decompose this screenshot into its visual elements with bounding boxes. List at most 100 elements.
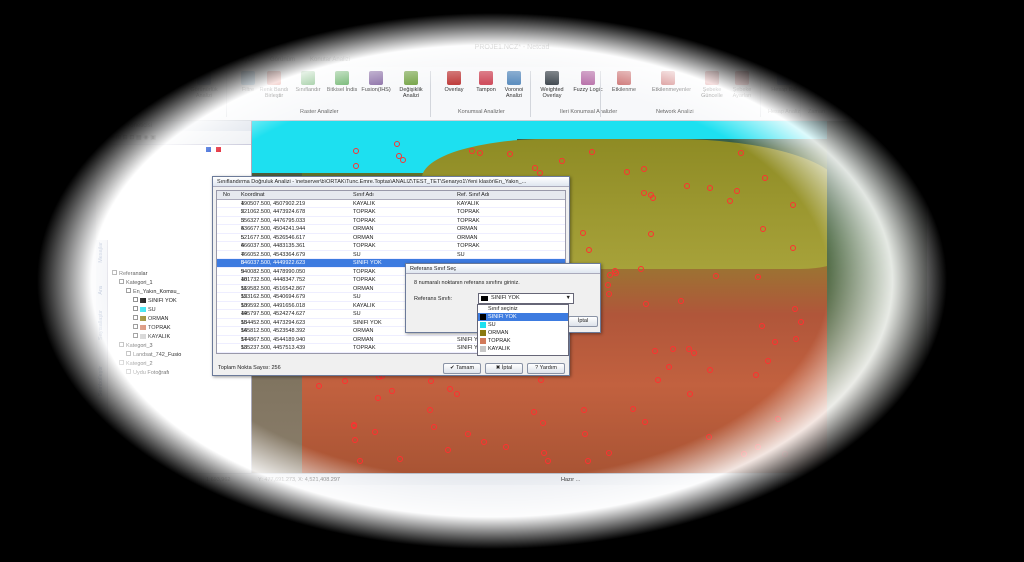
ribbon-button-label: Zaman Gezgini (814, 87, 834, 99)
table-header: No Koordinat Sınıf Adı Ref. Sınıf Adı (217, 191, 565, 200)
table-row[interactable]: 6 466037.500, 4483135.361 TOPRAK TOPRAK (217, 242, 565, 251)
sample-point-marker (589, 148, 596, 155)
cancel-button[interactable]: ✖ İptal (485, 363, 523, 374)
color-swatch (140, 325, 146, 331)
dropdown-option[interactable]: KAYALIK (478, 345, 568, 353)
dropdown-option[interactable]: Sınıf seçiniz (478, 305, 568, 313)
ribbon-button-label: Şebeke Ayarları (732, 87, 752, 99)
table-cell: TOPRAK (457, 243, 480, 249)
sea-region (517, 121, 827, 139)
vtab-sayisallastir[interactable]: Sayısallaştır (98, 310, 104, 340)
ribbon-button[interactable]: Etkilenmeyenler (652, 71, 691, 93)
ribbon-button[interactable]: Şebeke Güncelle (696, 71, 728, 99)
tool-icon (369, 71, 383, 85)
ribbon-button-label: Bitkisel İndis (326, 87, 358, 93)
sample-point-marker (755, 444, 762, 451)
panel-toolbar[interactable]: ✚ ━ ⊞ ⊟ ⊡ ▦ ◉ ▣ (96, 131, 251, 145)
menu-item-detaylar[interactable]: Detaylar (232, 57, 254, 63)
sample-point-marker (691, 349, 698, 356)
layer-checkbox[interactable] (126, 369, 131, 374)
layer-checkbox[interactable] (133, 333, 138, 338)
ribbon-group-label: Zaman (808, 109, 826, 115)
column-header[interactable]: Koordinat (241, 191, 265, 200)
ribbon-button[interactable]: Değişiklik Analizi (395, 71, 427, 99)
vtab-sembollestir[interactable]: Sembolleştir (98, 366, 104, 396)
dropdown-option[interactable]: SINIFI YOK (478, 313, 568, 321)
table-row[interactable]: 1 490507.500, 4507902.219 KAYALIK KAYALIK (217, 200, 565, 208)
layer-checkbox[interactable] (133, 324, 138, 329)
layer-checkbox[interactable] (126, 351, 131, 356)
ribbon-button[interactable]: Şebeke Ayarları (726, 71, 758, 99)
ribbon-button[interactable]: Bitkisel İndis (326, 71, 358, 93)
tree-item-label: SINIFI YOK (148, 298, 177, 304)
cancel-button-label: İptal (501, 365, 513, 371)
help-button[interactable]: ? Yardım (527, 363, 565, 374)
table-cell: 466037.500, 4483135.361 (241, 243, 306, 249)
ribbon-separator (226, 71, 227, 117)
vertical-tab-strip: Mesajlar Ara Sayısallaştır Sembolleştir … (96, 240, 108, 470)
ribbon-button[interactable]: Görünürlük Analizi (188, 71, 220, 99)
tool-icon (301, 71, 315, 85)
ribbon-button[interactable]: Voronoi Analizi (498, 71, 530, 99)
vtab-katmanlar[interactable]: Katmanlar (98, 418, 104, 443)
ribbon-button[interactable]: Sınıflandır (292, 71, 324, 93)
color-swatch (206, 147, 211, 152)
layer-checkbox[interactable] (133, 297, 138, 302)
sample-point-marker (447, 386, 454, 393)
table-row[interactable]: 2 521062.500, 4473924.678 TOPRAK TOPRAK (217, 208, 565, 217)
ribbon-button[interactable]: Weighted Overlay (536, 71, 568, 99)
table-cell: 544867.500, 4544189.940 (241, 336, 306, 343)
dropdown-option[interactable]: TOPRAK (478, 337, 568, 345)
menu-item-konutar-analizi[interactable]: Konutar Analizi (310, 57, 350, 63)
table-cell: KAYALIK (353, 302, 376, 309)
layer-checkbox[interactable] (126, 288, 131, 293)
ribbon-button[interactable]: Etkilenme (608, 71, 640, 93)
ok-button[interactable]: ✔ Tamam (443, 363, 481, 374)
satellite-image (827, 121, 927, 473)
sample-point-marker (350, 422, 357, 429)
ribbon-separator (530, 71, 531, 117)
sample-point-marker (652, 348, 659, 354)
tree-item-label: Kategori_3 (126, 343, 153, 349)
ribbon-button[interactable]: Hesap Bul (768, 71, 800, 93)
layer-checkbox[interactable] (119, 342, 124, 347)
table-row[interactable]: 5 521677.500, 4526546.617 ORMAN ORMAN (217, 234, 565, 242)
ribbon-button[interactable]: Renk Bandı Birleştir (258, 71, 290, 99)
layer-checkbox[interactable] (112, 270, 117, 275)
table-cell: TOPRAK (353, 277, 376, 283)
reference-class-select[interactable]: SINIFI YOK ▼ (478, 293, 574, 304)
class-dropdown-list[interactable]: Sınıf seçiniz SINIFI YOK SU ORMAN TOPRAK KAYA… (477, 304, 569, 356)
dropdown-option[interactable]: ORMAN (478, 329, 568, 337)
table-cell: 540082.500, 4478990.050 (241, 268, 306, 275)
tool-icon (581, 71, 595, 85)
dropdown-option[interactable]: SU (478, 321, 568, 329)
sample-point-marker (480, 438, 487, 445)
table-row[interactable]: 4 536677.500, 4504241.944 ORMAN ORMAN (217, 225, 565, 234)
layer-checkbox[interactable] (119, 279, 124, 284)
cancel-button[interactable]: İptal (568, 316, 598, 327)
table-row[interactable]: 3 556327.500, 4476795.033 TOPRAK TOPRAK (217, 217, 565, 225)
menu-item-gorunum[interactable]: Görünüm (270, 57, 295, 63)
ribbon-button-label: Görünürlük Analizi (190, 87, 218, 99)
ribbon-button[interactable]: Fusion(IHS) (360, 71, 392, 93)
vtab-ara[interactable]: Ara (98, 286, 104, 295)
sample-point-marker (559, 157, 565, 164)
tool-icon (404, 71, 418, 85)
layer-checkbox[interactable] (133, 306, 138, 311)
table-row[interactable]: 7 466052.500, 4543364.679 SU SU (217, 251, 565, 259)
sample-point-marker (606, 449, 613, 456)
table-cell: ORMAN (353, 336, 374, 343)
ribbon-group-label: Konumsal Analizler (458, 109, 505, 115)
ribbon-button[interactable]: Zaman Gezgini (808, 71, 840, 99)
layer-checkbox[interactable] (133, 315, 138, 320)
vtab-mesajlar[interactable]: Mesajlar (98, 242, 104, 263)
sample-point-marker (665, 364, 672, 371)
reference-class-label: Referans Sınıfı: (414, 296, 453, 302)
column-header[interactable]: No (223, 191, 230, 200)
coordinate-readout: Y: 477,691.273, X: 4,521,408.297 (258, 477, 340, 483)
ribbon-button-label: Etkilenmeyenler (652, 87, 692, 93)
ribbon-button[interactable]: Overlay (438, 71, 470, 93)
layer-checkbox[interactable] (119, 360, 124, 365)
column-header[interactable]: Sınıf Adı (353, 191, 374, 200)
column-header[interactable]: Ref. Sınıf Adı (457, 191, 489, 200)
